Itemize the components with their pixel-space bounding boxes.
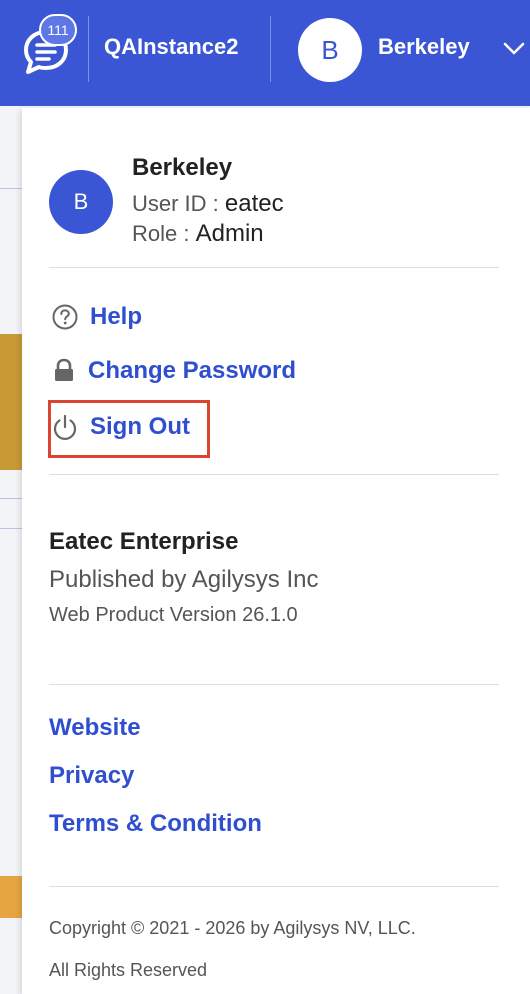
lock-icon: [55, 358, 73, 381]
background-divider: [0, 528, 24, 529]
instance-name[interactable]: QAInstance2: [104, 34, 239, 60]
user-dropdown-panel: B Berkeley User ID : eatec Role : Admin …: [22, 108, 530, 994]
change-password-link[interactable]: Change Password: [50, 356, 296, 386]
help-icon: [52, 304, 78, 330]
section-divider: [49, 267, 499, 268]
notifications-button[interactable]: 111: [22, 14, 77, 76]
terms-link[interactable]: Terms & Condition: [49, 810, 262, 838]
header-divider: [88, 16, 89, 82]
chevron-down-icon[interactable]: [502, 40, 526, 58]
user-menu-name[interactable]: Berkeley: [378, 34, 470, 60]
copyright-text: Copyright © 2021 - 2026 by Agilysys NV, …: [49, 918, 416, 938]
user-id-value: eatec: [224, 190, 284, 217]
profile-user-id: User ID : eatec: [132, 190, 284, 218]
sign-out-highlight: [48, 400, 210, 458]
background-banner: [0, 334, 24, 470]
help-label: Help: [90, 303, 143, 330]
website-link[interactable]: Website: [49, 714, 141, 742]
product-name: Eatec Enterprise: [49, 528, 239, 555]
product-publisher: Published by Agilysys Inc: [49, 566, 319, 593]
background-divider: [0, 498, 24, 499]
user-avatar[interactable]: B: [298, 18, 362, 82]
background-divider: [0, 188, 24, 189]
top-header-bar: 111 QAInstance2 B Berkeley: [0, 0, 530, 106]
user-id-label: User ID :: [132, 191, 219, 216]
product-version: Web Product Version 26.1.0: [49, 604, 298, 626]
section-divider: [49, 886, 499, 887]
section-divider: [49, 474, 499, 475]
section-divider: [49, 684, 499, 685]
profile-role: Role : Admin: [132, 220, 264, 248]
profile-name: Berkeley: [132, 154, 233, 181]
notification-count-badge: 111: [39, 14, 77, 46]
privacy-link[interactable]: Privacy: [49, 762, 134, 790]
help-link[interactable]: Help: [50, 302, 142, 332]
header-divider: [270, 16, 271, 82]
rights-text: All Rights Reserved: [49, 960, 208, 980]
profile-avatar: B: [49, 170, 113, 234]
role-value: Admin: [195, 220, 264, 247]
role-label: Role :: [132, 221, 190, 246]
background-banner: [0, 876, 24, 918]
change-password-label: Change Password: [88, 357, 297, 384]
